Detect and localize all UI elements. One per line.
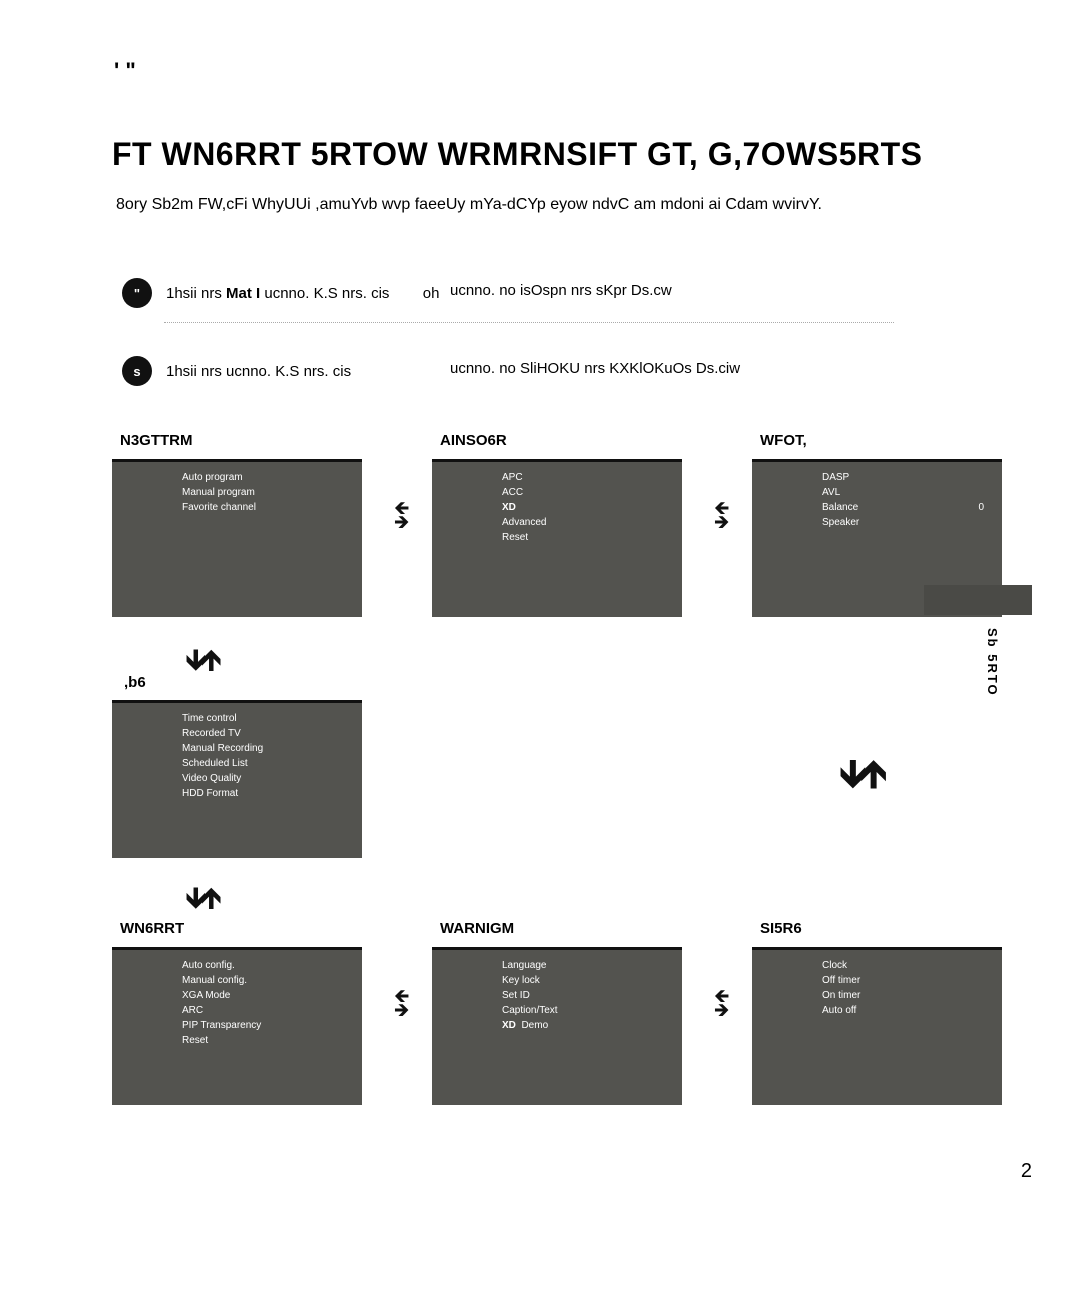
menu-item: Scheduled List [112, 756, 362, 771]
card-time: 🡸🡺 SI5R6 Clock Off timer On timer Auto o… [752, 920, 1002, 1105]
menu-item: Reset [112, 1033, 362, 1048]
side-tab [924, 585, 1032, 615]
menu-item: APC [432, 470, 682, 485]
arrow-left-right-icon: 🡸🡺 [394, 990, 409, 1018]
step-2-text: 1hsii nrs ucnno. K.S nrs. cis [166, 363, 351, 380]
menu-item: Language [432, 958, 682, 973]
step-1-bold: Mat I [226, 285, 260, 302]
card-picture-box: APC ACC XD Advanced Reset [432, 459, 682, 617]
menu-item: Caption/Text [432, 1003, 682, 1018]
menu-item: Balance0 [752, 500, 1002, 515]
card-special-label: WARNIGM [440, 920, 682, 937]
menu-item: Manual program [112, 485, 362, 500]
menu-item: DASP [752, 470, 1002, 485]
step-1: " 1hsii nrs Mat I ucnno. K.S nrs. cis oh [122, 278, 439, 308]
side-tab-label: Sb 5RTO [985, 628, 1000, 697]
arrow-left-right-icon: 🡸🡺 [714, 502, 729, 530]
arrow-up-down-large-icon: 🡻🡹 [839, 745, 880, 813]
menu-item: Clock [752, 958, 1002, 973]
menu-item: HDD Format [112, 786, 362, 801]
menu-item: XD [432, 500, 682, 515]
card-time-box: Clock Off timer On timer Auto off [752, 947, 1002, 1105]
page-title: FT WN6RRT 5RTOW WRMRNSIFT GT, G,7OWS5RTS [112, 136, 923, 173]
card-station-label: N3GTTRM [120, 432, 362, 449]
card-sound-label: WFOT, [760, 432, 1002, 449]
card-special-box: Language Key lock Set ID Caption/Text XD… [432, 947, 682, 1105]
menu-item: Set ID [432, 988, 682, 1003]
card-station-box: Auto program Manual program Favorite cha… [112, 459, 362, 617]
page-subtitle: 8ory Sb2m FW,cFi WhyUUi ,amuYvb wvp faee… [116, 196, 822, 214]
card-station: N3GTTRM Auto program Manual program Favo… [112, 432, 362, 617]
menu-item: On timer [752, 988, 1002, 1003]
page-number: 2 [1021, 1160, 1032, 1183]
step-1-right: ucnno. no isOspn nrs sKpr Ds.cw [450, 282, 672, 299]
step-divider [164, 322, 894, 323]
menu-item: Speaker [752, 515, 1002, 530]
menu-item: Manual Recording [112, 741, 362, 756]
step-1-badge: " [122, 278, 152, 308]
menu-item: Reset [432, 530, 682, 545]
menu-item: XGA Mode [112, 988, 362, 1003]
arrow-left-right-icon: 🡸🡺 [394, 502, 409, 530]
step-1-pre: 1hsii nrs [166, 285, 226, 302]
menu-item: ACC [432, 485, 682, 500]
card-special: 🡸🡺 WARNIGM Language Key lock Set ID Capt… [432, 920, 682, 1105]
menu-item: AVL [752, 485, 1002, 500]
card-screen: WN6RRT Auto config. Manual config. XGA M… [112, 920, 362, 1105]
menu-item: Auto program [112, 470, 362, 485]
header-mark: ' " [114, 58, 136, 84]
menu-item: Auto config. [112, 958, 362, 973]
menu-item: Time control [112, 711, 362, 726]
step-2-badge: s [122, 356, 152, 386]
step-1-post: ucnno. K.S nrs. cis [260, 285, 389, 302]
step-1-text: 1hsii nrs Mat I ucnno. K.S nrs. cis oh [166, 285, 439, 302]
card-picture-label: AINSO6R [440, 432, 682, 449]
card-time-label: SI5R6 [760, 920, 1002, 937]
card-pvr-label: ,b6 [124, 674, 146, 691]
step-2-right: ucnno. no SliHOKU nrs KXKlOKuOs Ds.ciw [450, 360, 740, 377]
menu-item: Video Quality [112, 771, 362, 786]
menu-item: PIP Transparency [112, 1018, 362, 1033]
menu-item: Key lock [432, 973, 682, 988]
step-2: s 1hsii nrs ucnno. K.S nrs. cis [122, 356, 351, 386]
step-1-mid: oh [423, 285, 440, 302]
arrow-left-right-icon: 🡸🡺 [714, 990, 729, 1018]
menu-item: XD Demo [432, 1018, 682, 1033]
menu-item: Favorite channel [112, 500, 362, 515]
menu-item: Recorded TV [112, 726, 362, 741]
card-pvr-box: Time control Recorded TV Manual Recordin… [112, 700, 362, 858]
card-screen-box: Auto config. Manual config. XGA Mode ARC… [112, 947, 362, 1105]
menu-item: Auto off [752, 1003, 1002, 1018]
arrow-up-down-icon: 🡻🡹 [185, 638, 216, 689]
menu-item: ARC [112, 1003, 362, 1018]
card-screen-label: WN6RRT [120, 920, 362, 937]
menu-item: Advanced [432, 515, 682, 530]
menu-item: Off timer [752, 973, 1002, 988]
card-picture: 🡸🡺 AINSO6R APC ACC XD Advanced Reset [432, 432, 682, 617]
menu-item: Manual config. [112, 973, 362, 988]
